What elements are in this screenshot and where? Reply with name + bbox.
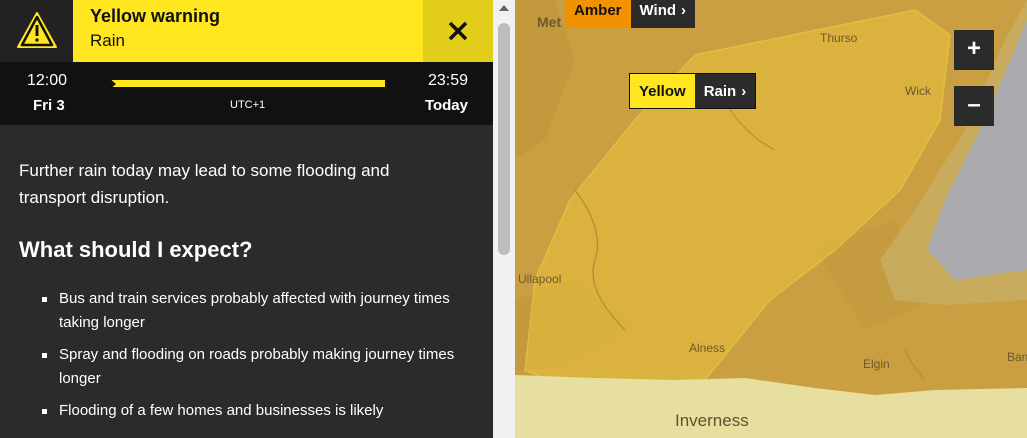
place-label-inverness: Inverness bbox=[675, 411, 749, 430]
warning-timeline: 12:00 Fri 3 UTC+1 23:59 Today bbox=[0, 62, 493, 125]
chip-type-rain: Rain › bbox=[694, 74, 756, 108]
start-day: Fri 3 bbox=[33, 97, 65, 114]
warning-summary: Further rain today may lead to some floo… bbox=[19, 161, 390, 207]
warning-header: Yellow warning Rain bbox=[0, 0, 493, 62]
place-label-elgin: Elgin bbox=[863, 357, 890, 371]
chip-level-yellow: Yellow bbox=[630, 74, 695, 108]
warning-panel: Yellow warning Rain 12:00 Fri 3 UTC+1 23… bbox=[0, 0, 493, 438]
zoom-in-button[interactable]: + bbox=[954, 30, 994, 70]
zoom-out-button[interactable]: – bbox=[954, 86, 994, 126]
warning-map[interactable]: Met Office Thurso Wick Ullapool Alness E… bbox=[515, 0, 1027, 438]
scroll-thumb[interactable] bbox=[498, 23, 510, 255]
amber-wind-chip[interactable]: Amber Wind › bbox=[565, 0, 696, 28]
chevron-right-icon: › bbox=[741, 82, 747, 100]
chip-type-label: Wind bbox=[639, 1, 677, 19]
yellow-rain-chip[interactable]: Yellow Rain › bbox=[629, 73, 757, 109]
map-base bbox=[515, 0, 1027, 438]
chip-level-amber: Amber bbox=[565, 0, 631, 28]
chevron-right-icon: › bbox=[681, 1, 687, 19]
chip-type-label: Rain bbox=[703, 82, 737, 100]
warning-triangle-icon bbox=[17, 12, 57, 48]
list-item: Flooding of a few homes and businesses i… bbox=[42, 399, 462, 423]
warning-icon-box bbox=[0, 0, 73, 62]
timeline-bar-notch bbox=[108, 77, 116, 91]
list-item: Spray and flooding on roads probably mak… bbox=[42, 343, 462, 391]
list-item: Bus and train services probably affected… bbox=[42, 287, 462, 335]
close-button[interactable] bbox=[423, 0, 493, 62]
place-label-ullapool: Ullapool bbox=[518, 272, 562, 286]
start-time: 12:00 bbox=[27, 72, 68, 89]
place-label-banff: Ban bbox=[1007, 350, 1027, 364]
timezone-label: UTC+1 bbox=[230, 99, 266, 111]
close-icon bbox=[448, 21, 468, 41]
panel-scrollbar[interactable] bbox=[493, 0, 515, 438]
expect-list: Bus and train services probably affected… bbox=[42, 287, 462, 431]
chip-type-wind: Wind › bbox=[630, 0, 696, 28]
warning-type: Rain bbox=[90, 31, 125, 50]
warning-title-box: Yellow warning Rain bbox=[73, 0, 423, 62]
scroll-up-arrow-icon[interactable] bbox=[499, 5, 509, 11]
place-label-wick: Wick bbox=[905, 84, 931, 98]
expect-heading: What should I expect? bbox=[19, 237, 253, 262]
timeline-bar bbox=[111, 80, 385, 87]
warning-level: Yellow warning bbox=[90, 6, 221, 26]
place-label-alness: Alness bbox=[689, 341, 726, 355]
place-label-thurso: Thurso bbox=[820, 31, 858, 45]
end-time: 23:59 bbox=[427, 72, 468, 89]
end-day: Today bbox=[424, 97, 468, 114]
